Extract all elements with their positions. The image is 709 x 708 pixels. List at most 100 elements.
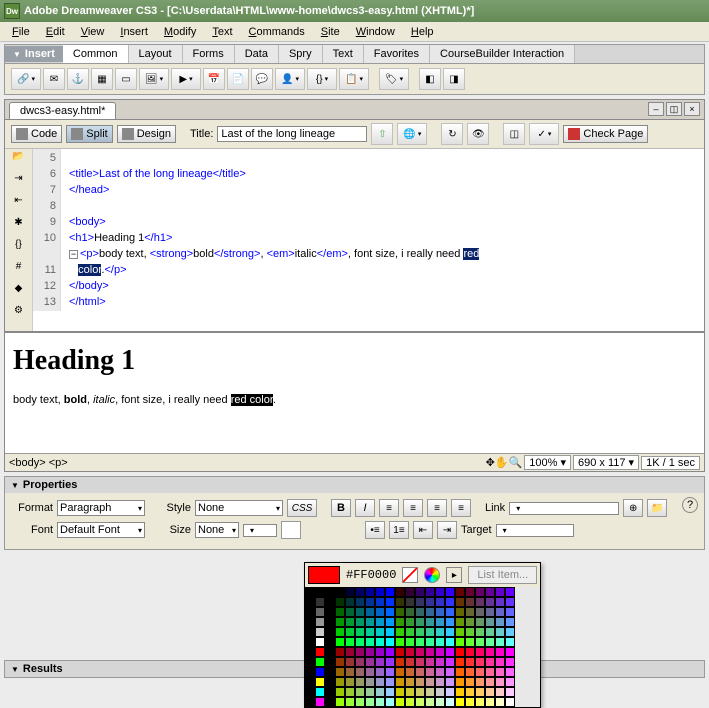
document-tab[interactable]: dwcs3-easy.html* <box>9 102 116 119</box>
restore-icon[interactable]: ◫ <box>666 102 682 116</box>
tag-selector[interactable]: <body> <p> <box>9 457 486 469</box>
cb-icon1[interactable]: ◧ <box>419 68 441 90</box>
menu-file[interactable]: File <box>4 24 38 40</box>
select-parent-icon[interactable]: ✱ <box>11 217 27 233</box>
open-docs-icon[interactable]: 📂 <box>11 151 27 167</box>
menu-window[interactable]: Window <box>348 24 403 40</box>
text-color-swatch[interactable] <box>281 521 301 539</box>
browse-folder-icon[interactable]: 📁 <box>647 499 667 517</box>
tab-favorites[interactable]: Favorites <box>364 45 430 63</box>
menu-text[interactable]: Text <box>204 24 240 40</box>
picker-menu-icon[interactable]: ▸ <box>446 567 462 583</box>
code-editor[interactable]: 5678910111213 <title>Last of the long li… <box>33 149 704 331</box>
style-select[interactable]: None <box>195 500 283 516</box>
tag-chooser-icon[interactable]: 🏷 <box>379 68 409 90</box>
format-select[interactable]: Paragraph <box>57 500 145 516</box>
zoom-level[interactable]: 100% ▾ <box>524 455 571 470</box>
properties-header[interactable]: Properties <box>5 477 704 493</box>
design-view-button[interactable]: Design <box>117 125 176 143</box>
balance-icon[interactable]: {} <box>11 239 27 255</box>
minimize-icon[interactable]: – <box>648 102 664 116</box>
insert-panel-label[interactable]: Insert <box>5 46 63 62</box>
comment-icon[interactable]: 💬 <box>251 68 273 90</box>
menu-help[interactable]: Help <box>403 24 442 40</box>
align-justify-icon[interactable]: ≡ <box>451 499 471 517</box>
select-tool-icon[interactable]: ✥ <box>486 456 495 469</box>
template-icon[interactable]: 📋 <box>339 68 369 90</box>
split-view-button[interactable]: Split <box>66 125 112 143</box>
italic-button[interactable]: I <box>355 499 375 517</box>
close-icon[interactable]: × <box>684 102 700 116</box>
window-size[interactable]: 690 x 117 ▾ <box>573 455 639 470</box>
outdent-icon[interactable]: ⇤ <box>413 521 433 539</box>
collapse-icon[interactable]: ⇥ <box>11 173 27 189</box>
hyperlink-icon[interactable]: 🔗 <box>11 68 41 90</box>
page-title-input[interactable] <box>217 126 367 142</box>
email-link-icon[interactable]: ✉ <box>43 68 65 90</box>
div-icon[interactable]: ▭ <box>115 68 137 90</box>
upload-icon[interactable]: ⇧ <box>371 123 393 145</box>
zoom-tool-icon[interactable]: 🔍 <box>509 456 523 469</box>
syntax-icon[interactable]: ⚙ <box>11 305 27 321</box>
ol-icon[interactable]: 1≡ <box>389 521 409 539</box>
validate-icon[interactable]: ✓ <box>529 123 559 145</box>
target-select[interactable] <box>496 524 574 537</box>
color-grid[interactable] <box>305 587 540 707</box>
script-icon[interactable]: {} <box>307 68 337 90</box>
view-options-icon[interactable]: 👁 <box>467 123 489 145</box>
menu-view[interactable]: View <box>73 24 113 40</box>
tab-layout[interactable]: Layout <box>129 45 183 63</box>
menu-insert[interactable]: Insert <box>112 24 156 40</box>
properties-panel: Properties ? Format Paragraph Style None… <box>4 476 705 550</box>
heading-1[interactable]: Heading 1 <box>13 345 696 377</box>
size-unit-select[interactable] <box>243 524 277 537</box>
no-color-icon[interactable] <box>402 567 418 583</box>
ssi-icon[interactable]: 📄 <box>227 68 249 90</box>
date-icon[interactable]: 📅 <box>203 68 225 90</box>
point-to-file-icon[interactable]: ⊕ <box>623 499 643 517</box>
design-view[interactable]: Heading 1 body text, bold, italic, font … <box>5 331 704 453</box>
menu-modify[interactable]: Modify <box>156 24 204 40</box>
visual-aids-icon[interactable]: ◫ <box>503 123 525 145</box>
media-icon[interactable]: ▶ <box>171 68 201 90</box>
help-icon[interactable]: ? <box>682 497 698 513</box>
tab-coursebuilder[interactable]: CourseBuilder Interaction <box>430 45 575 63</box>
highlight-icon[interactable]: ◆ <box>11 283 27 299</box>
preview-icon[interactable]: 🌐 <box>397 123 427 145</box>
bold-button[interactable]: B <box>331 499 351 517</box>
tab-spry[interactable]: Spry <box>279 45 323 63</box>
head-icon[interactable]: 👤 <box>275 68 305 90</box>
tab-common[interactable]: Common <box>63 45 129 63</box>
align-left-icon[interactable]: ≡ <box>379 499 399 517</box>
selected-text[interactable]: red color <box>231 394 273 406</box>
table-icon[interactable]: ▦ <box>91 68 113 90</box>
link-select[interactable] <box>509 502 619 515</box>
line-numbers-icon[interactable]: # <box>11 261 27 277</box>
body-paragraph[interactable]: body text, bold, italic, font size, i re… <box>13 391 696 408</box>
size-select[interactable]: None <box>195 522 239 538</box>
hand-tool-icon[interactable]: ✋ <box>495 456 509 469</box>
css-button[interactable]: CSS <box>287 499 317 517</box>
align-center-icon[interactable]: ≡ <box>403 499 423 517</box>
indent-icon[interactable]: ⇥ <box>437 521 457 539</box>
tab-text[interactable]: Text <box>323 45 364 63</box>
refresh-icon[interactable]: ↻ <box>441 123 463 145</box>
check-page-button[interactable]: Check Page <box>563 125 648 143</box>
code-view-button[interactable]: Code <box>11 125 62 143</box>
tab-data[interactable]: Data <box>235 45 279 63</box>
page-size: 1K / 1 sec <box>641 456 700 470</box>
image-icon[interactable]: 🖼 <box>139 68 169 90</box>
cb-icon2[interactable]: ◨ <box>443 68 465 90</box>
font-select[interactable]: Default Font <box>57 522 145 538</box>
menu-commands[interactable]: Commands <box>241 24 313 40</box>
expand-icon[interactable]: ⇤ <box>11 195 27 211</box>
ul-icon[interactable]: •≡ <box>365 521 385 539</box>
align-right-icon[interactable]: ≡ <box>427 499 447 517</box>
fold-icon[interactable]: − <box>69 250 78 259</box>
anchor-icon[interactable]: ⚓ <box>67 68 89 90</box>
system-color-icon[interactable] <box>424 567 440 583</box>
menu-site[interactable]: Site <box>313 24 348 40</box>
tab-forms[interactable]: Forms <box>183 45 235 63</box>
list-item-button[interactable]: List Item... <box>468 566 537 584</box>
menu-edit[interactable]: Edit <box>38 24 73 40</box>
